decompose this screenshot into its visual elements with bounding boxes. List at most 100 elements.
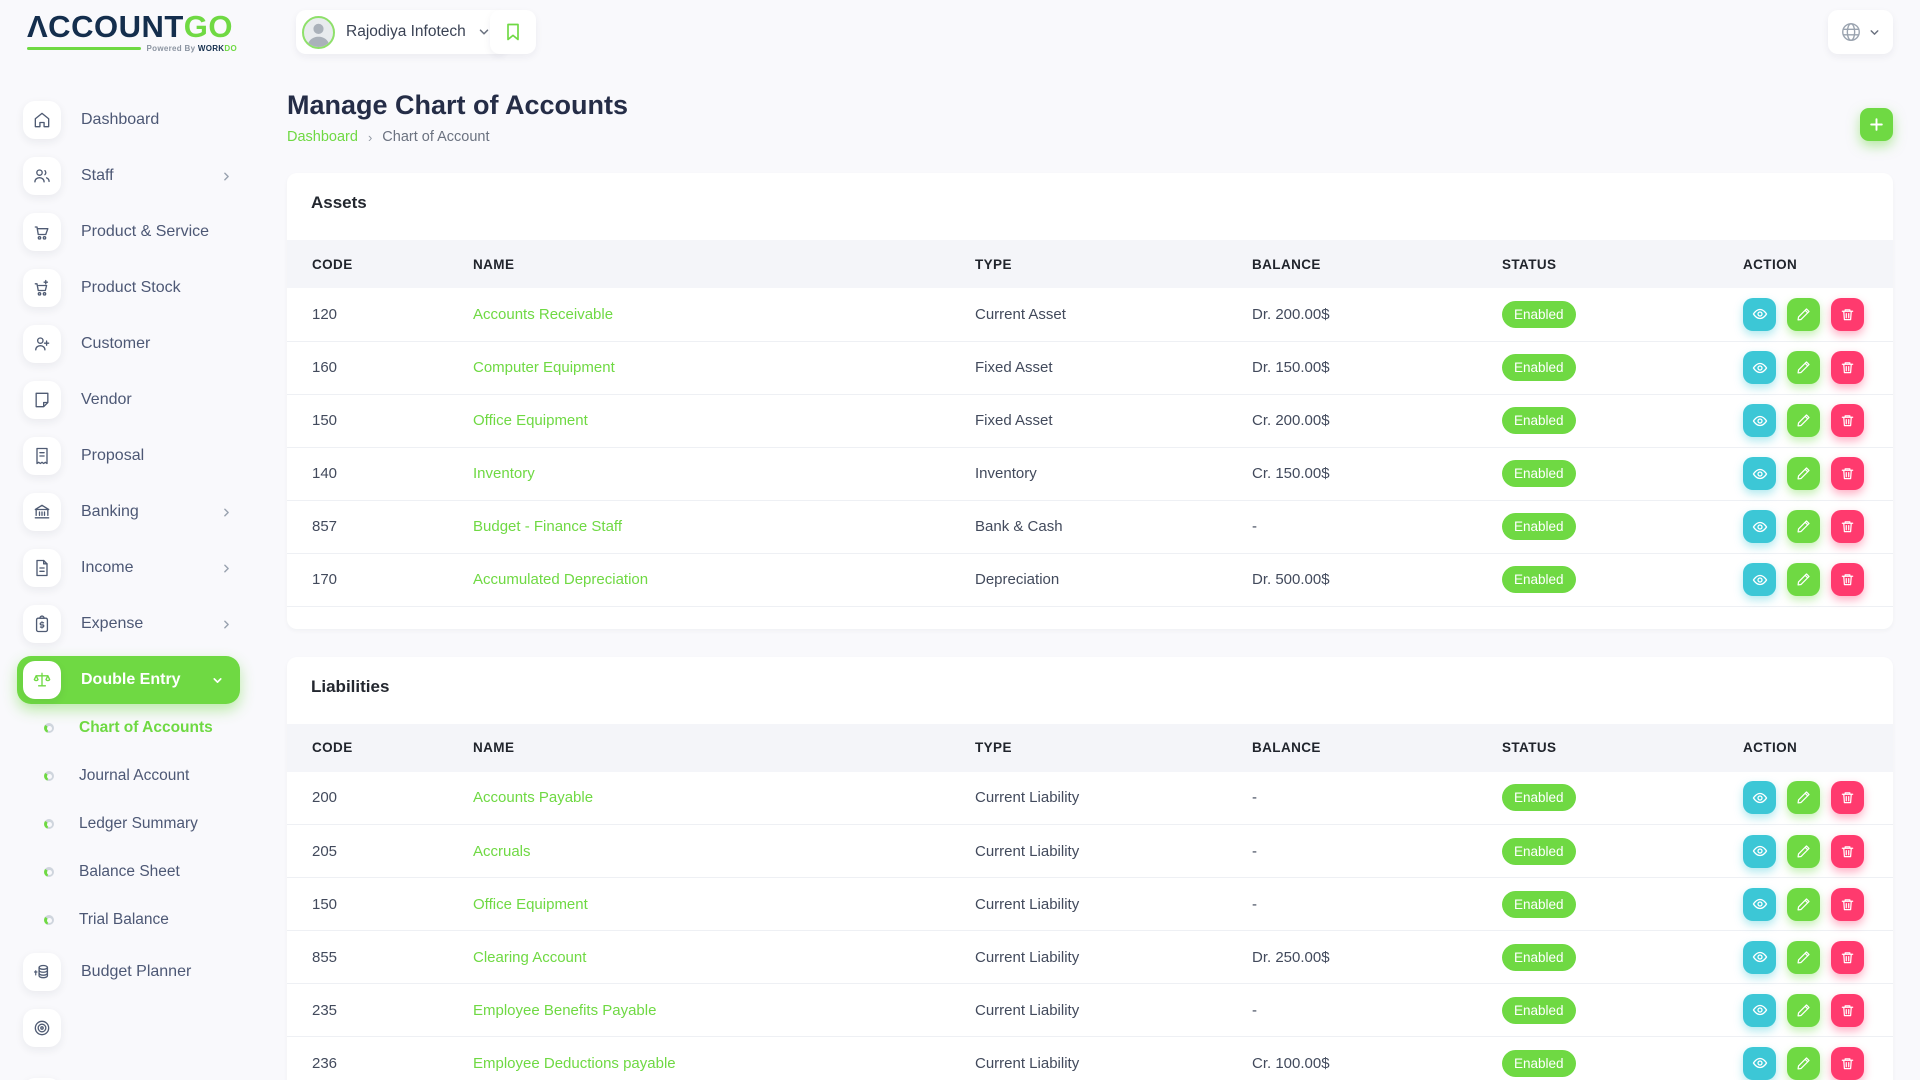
trash-icon bbox=[1840, 1056, 1855, 1071]
account-name-link[interactable]: Office Equipment bbox=[473, 896, 588, 913]
edit-button[interactable] bbox=[1787, 351, 1820, 384]
delete-button[interactable] bbox=[1831, 888, 1864, 921]
sidebar-item-budget-planner[interactable]: Budget Planner bbox=[23, 944, 265, 1000]
home-icon bbox=[23, 101, 61, 139]
account-balance: Dr. 500.00$ bbox=[1252, 553, 1502, 606]
bookmark-button[interactable] bbox=[490, 10, 536, 54]
delete-button[interactable] bbox=[1831, 563, 1864, 596]
sidebar-item-vendor[interactable]: Vendor bbox=[23, 372, 265, 428]
edit-button[interactable] bbox=[1787, 563, 1820, 596]
account-name-link[interactable]: Employee Benefits Payable bbox=[473, 1002, 656, 1019]
status-badge: Enabled bbox=[1502, 407, 1576, 434]
delete-button[interactable] bbox=[1831, 835, 1864, 868]
column-header-status: STATUS bbox=[1502, 724, 1743, 772]
sidebar-item-staff[interactable]: Staff bbox=[23, 148, 265, 204]
view-button[interactable] bbox=[1743, 457, 1776, 490]
assets-table: CODE NAME TYPE BALANCE STATUS ACTION 120… bbox=[287, 240, 1893, 607]
trash-icon bbox=[1840, 360, 1855, 375]
account-code: 140 bbox=[287, 447, 473, 500]
account-name-link[interactable]: Inventory bbox=[473, 465, 535, 482]
sidebar-item-double-entry[interactable]: Double Entry bbox=[17, 656, 240, 704]
sidebar-subitem-trial-balance[interactable]: Trial Balance bbox=[23, 896, 265, 944]
bullet-icon bbox=[44, 915, 54, 925]
table-row: 140 Inventory Inventory Cr. 150.00$ Enab… bbox=[287, 447, 1893, 500]
account-code: 235 bbox=[287, 984, 473, 1037]
edit-button[interactable] bbox=[1787, 941, 1820, 974]
column-header-type: TYPE bbox=[975, 240, 1252, 288]
status-badge: Enabled bbox=[1502, 513, 1576, 540]
sidebar-subitem-ledger-summary[interactable]: Ledger Summary bbox=[23, 800, 265, 848]
delete-button[interactable] bbox=[1831, 781, 1864, 814]
edit-button[interactable] bbox=[1787, 298, 1820, 331]
sidebar-item-customer[interactable]: Customer bbox=[23, 316, 265, 372]
sidebar-item-expense[interactable]: Expense bbox=[23, 596, 265, 652]
sidebar-item-banking[interactable]: Banking bbox=[23, 484, 265, 540]
delete-button[interactable] bbox=[1831, 941, 1864, 974]
delete-button[interactable] bbox=[1831, 298, 1864, 331]
delete-button[interactable] bbox=[1831, 510, 1864, 543]
account-name-link[interactable]: Computer Equipment bbox=[473, 359, 615, 376]
view-button[interactable] bbox=[1743, 510, 1776, 543]
eye-icon bbox=[1752, 413, 1768, 429]
app-logo: ΛCCOUNTGO Powered By WORKDO bbox=[27, 12, 237, 53]
chevron-right-icon bbox=[220, 506, 233, 519]
sidebar-item-goal[interactable] bbox=[23, 1000, 265, 1056]
view-button[interactable] bbox=[1743, 404, 1776, 437]
workspace-switcher[interactable]: Rajodiya Infotech bbox=[296, 10, 507, 54]
edit-button[interactable] bbox=[1787, 404, 1820, 437]
column-header-balance: BALANCE bbox=[1252, 724, 1502, 772]
view-button[interactable] bbox=[1743, 351, 1776, 384]
users-icon bbox=[23, 157, 61, 195]
account-name-link[interactable]: Accounts Receivable bbox=[473, 306, 613, 323]
edit-button[interactable] bbox=[1787, 888, 1820, 921]
account-name-link[interactable]: Employee Deductions payable bbox=[473, 1055, 676, 1072]
edit-button[interactable] bbox=[1787, 781, 1820, 814]
view-button[interactable] bbox=[1743, 994, 1776, 1027]
sidebar-item-product-stock[interactable]: Product Stock bbox=[23, 260, 265, 316]
bullet-icon bbox=[44, 819, 54, 829]
edit-button[interactable] bbox=[1787, 510, 1820, 543]
view-button[interactable] bbox=[1743, 941, 1776, 974]
trash-icon bbox=[1840, 897, 1855, 912]
account-name-link[interactable]: Accumulated Depreciation bbox=[473, 571, 648, 588]
delete-button[interactable] bbox=[1831, 351, 1864, 384]
table-row: 857 Budget - Finance Staff Bank & Cash -… bbox=[287, 500, 1893, 553]
account-type: Fixed Asset bbox=[975, 341, 1252, 394]
delete-button[interactable] bbox=[1831, 404, 1864, 437]
account-code: 857 bbox=[287, 500, 473, 553]
account-name-link[interactable]: Office Equipment bbox=[473, 412, 588, 429]
account-name-link[interactable]: Accruals bbox=[473, 843, 531, 860]
sidebar-subitem-balance-sheet[interactable]: Balance Sheet bbox=[23, 848, 265, 896]
sidebar-item-income[interactable]: Income bbox=[23, 540, 265, 596]
delete-button[interactable] bbox=[1831, 1047, 1864, 1080]
edit-button[interactable] bbox=[1787, 1047, 1820, 1080]
add-account-button[interactable] bbox=[1860, 108, 1893, 141]
view-button[interactable] bbox=[1743, 888, 1776, 921]
delete-button[interactable] bbox=[1831, 457, 1864, 490]
view-button[interactable] bbox=[1743, 781, 1776, 814]
pencil-icon bbox=[1796, 897, 1811, 912]
sidebar-subitem-chart-of-accounts[interactable]: Chart of Accounts bbox=[23, 704, 265, 752]
view-button[interactable] bbox=[1743, 563, 1776, 596]
table-header-row: CODE NAME TYPE BALANCE STATUS ACTION bbox=[287, 240, 1893, 288]
language-button[interactable] bbox=[1828, 10, 1893, 54]
sidebar-subitem-journal-account[interactable]: Journal Account bbox=[23, 752, 265, 800]
sidebar-item-product-service[interactable]: Product & Service bbox=[23, 204, 265, 260]
edit-button[interactable] bbox=[1787, 994, 1820, 1027]
liabilities-table: CODE NAME TYPE BALANCE STATUS ACTION 200… bbox=[287, 724, 1893, 1080]
edit-button[interactable] bbox=[1787, 835, 1820, 868]
trash-icon bbox=[1840, 413, 1855, 428]
delete-button[interactable] bbox=[1831, 994, 1864, 1027]
sidebar-item-dashboard[interactable]: Dashboard bbox=[23, 92, 265, 148]
breadcrumb-dashboard-link[interactable]: Dashboard bbox=[287, 129, 358, 145]
account-name-link[interactable]: Accounts Payable bbox=[473, 789, 593, 806]
view-button[interactable] bbox=[1743, 1047, 1776, 1080]
eye-icon bbox=[1752, 466, 1768, 482]
view-button[interactable] bbox=[1743, 298, 1776, 331]
account-name-link[interactable]: Budget - Finance Staff bbox=[473, 518, 622, 535]
account-name-link[interactable]: Clearing Account bbox=[473, 949, 586, 966]
sidebar-item-cutoff[interactable] bbox=[23, 1069, 265, 1080]
sidebar-item-proposal[interactable]: Proposal bbox=[23, 428, 265, 484]
view-button[interactable] bbox=[1743, 835, 1776, 868]
edit-button[interactable] bbox=[1787, 457, 1820, 490]
